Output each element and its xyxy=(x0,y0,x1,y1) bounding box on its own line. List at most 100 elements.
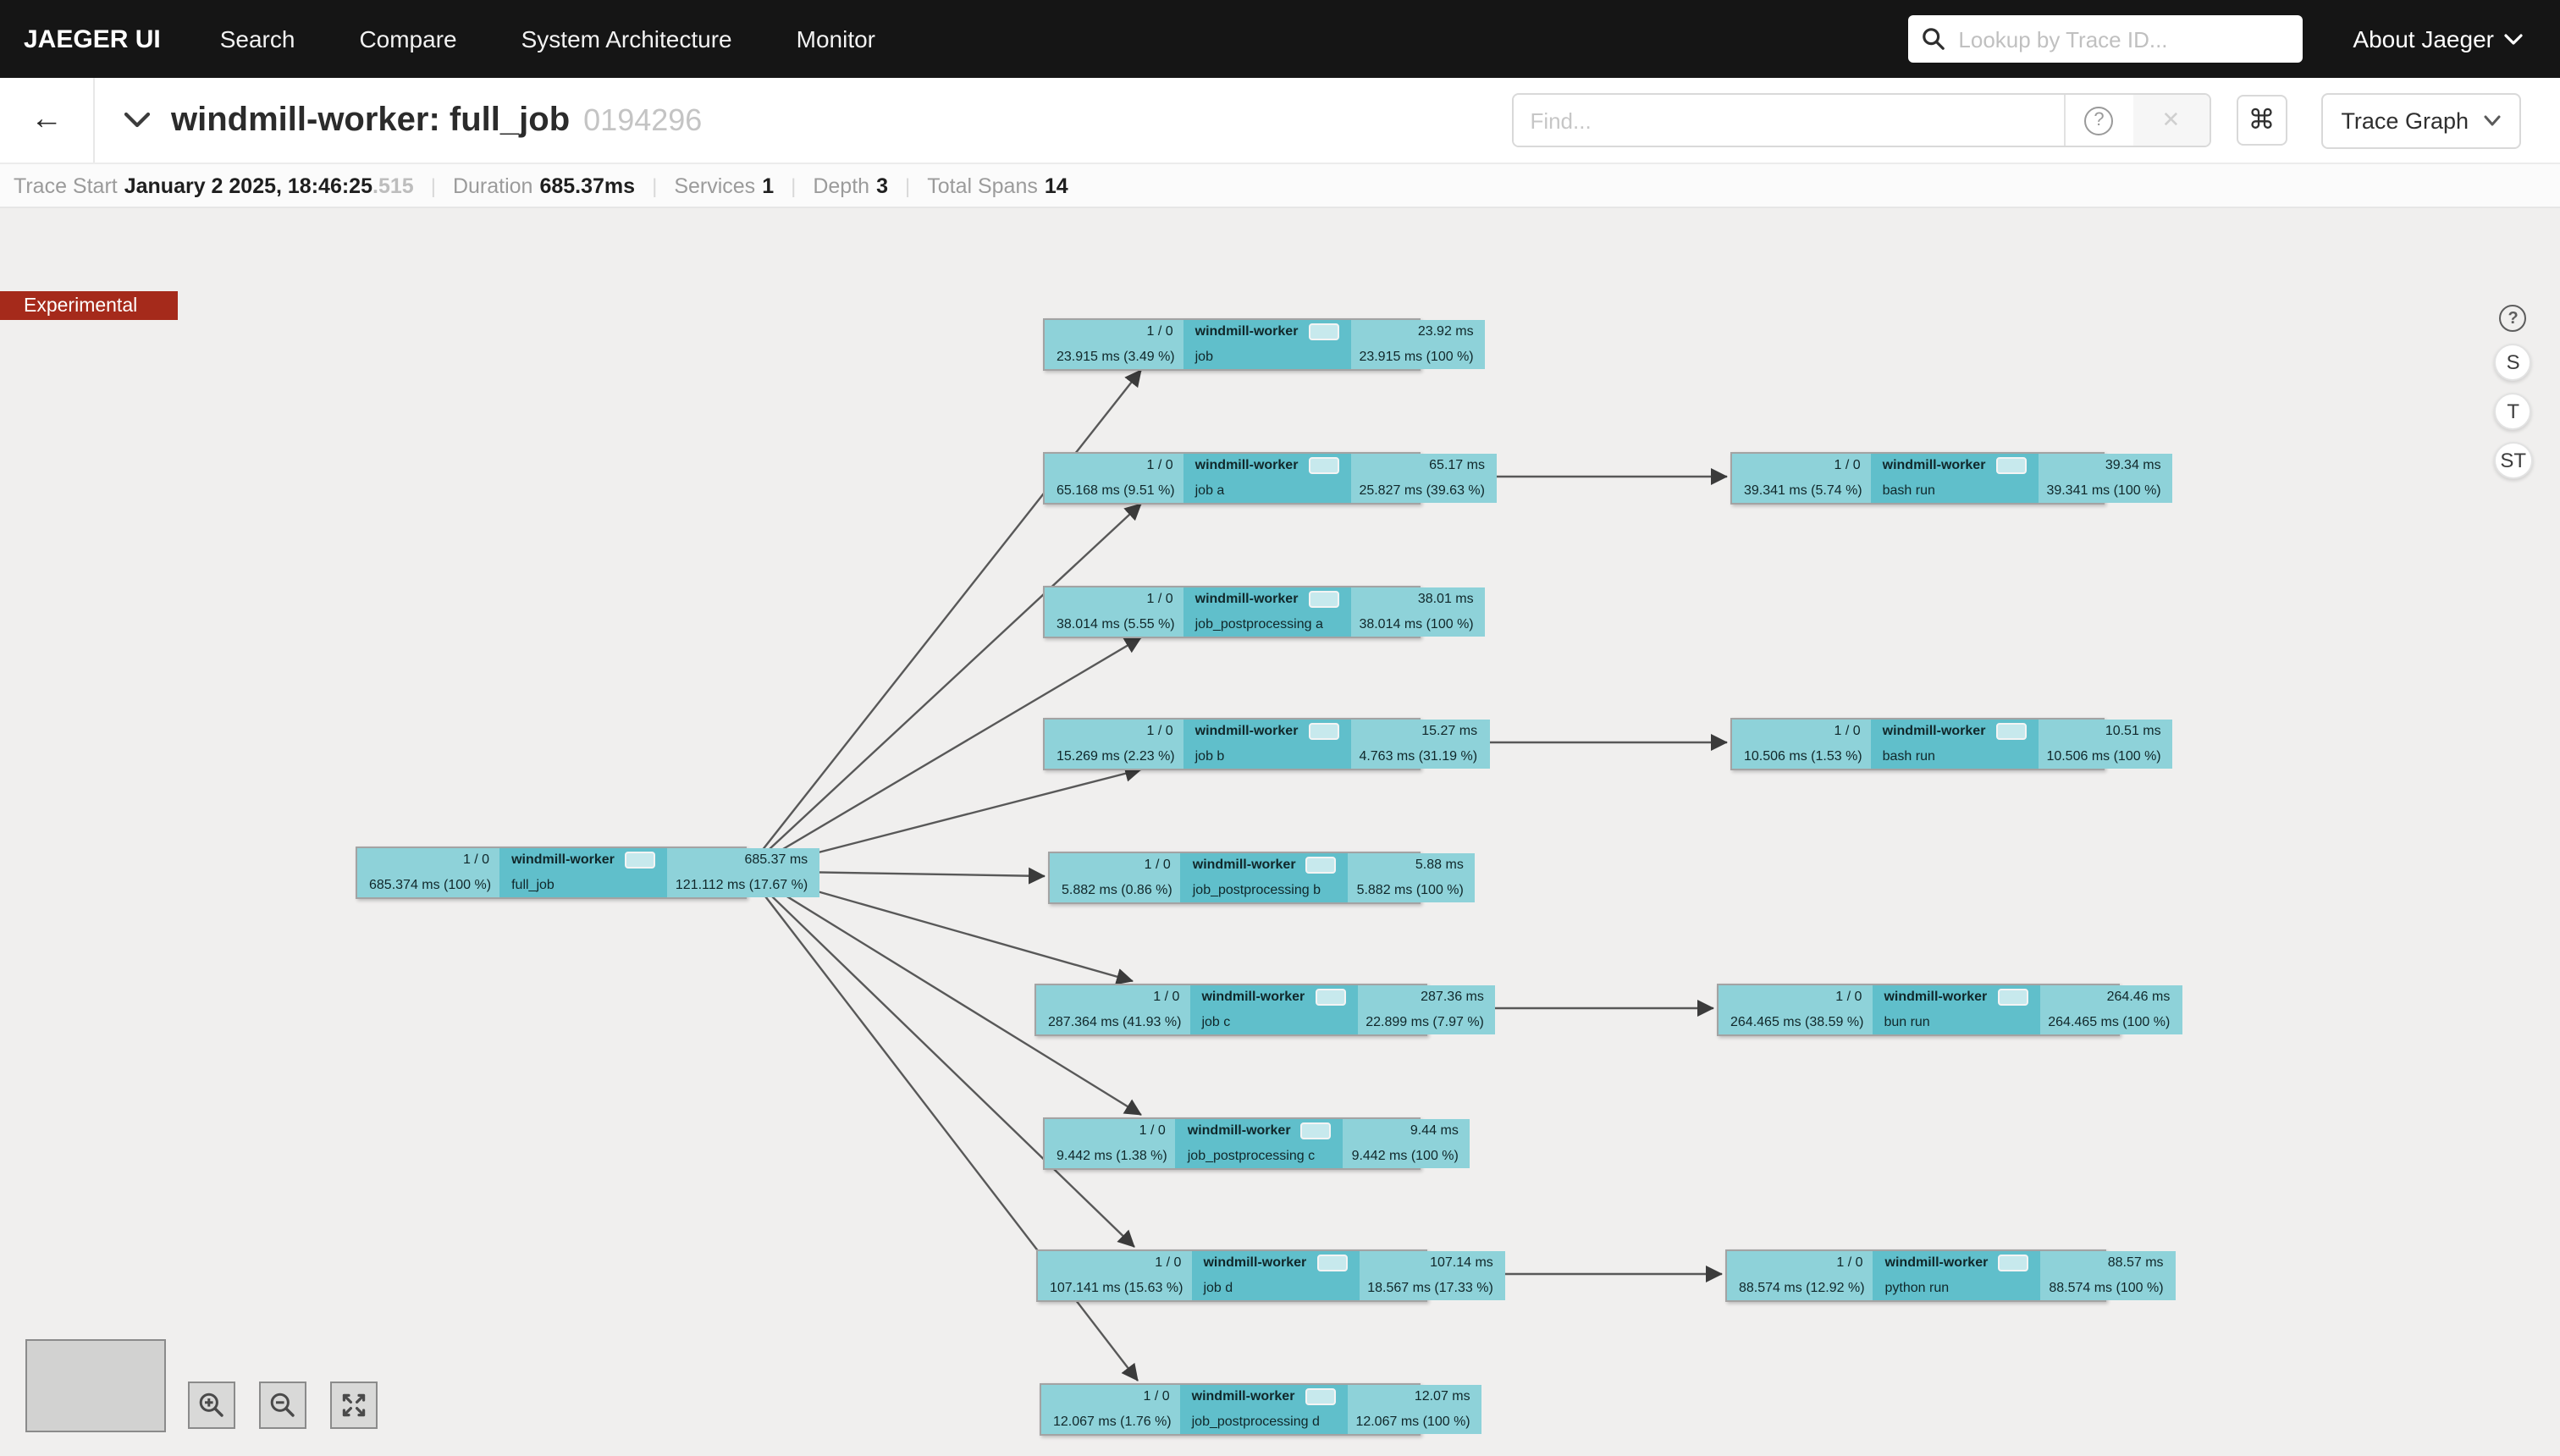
span-duration: 9.44 ms xyxy=(1343,1119,1470,1144)
nav-item-system-architecture[interactable]: System Architecture xyxy=(489,0,764,78)
operation-name: job b xyxy=(1183,744,1351,769)
edge-full_job-job_d xyxy=(746,871,1134,1247)
span-duration: 264.46 ms xyxy=(2039,985,2182,1010)
layout-button-s[interactable]: S xyxy=(2495,344,2532,381)
span-total-time: 39.341 ms (5.74 %) xyxy=(1732,478,1871,503)
back-button[interactable]: ← xyxy=(0,78,95,163)
span-total-time: 65.168 ms (9.51 %) xyxy=(1045,478,1183,503)
about-jaeger-menu[interactable]: About Jaeger xyxy=(2353,25,2523,52)
span-node-job_a[interactable]: 1 / 0 65.168 ms (9.51 %) windmill-worker… xyxy=(1043,452,1421,505)
service-color-chip xyxy=(1995,458,2026,475)
nav-item-compare[interactable]: Compare xyxy=(327,0,488,78)
span-count: 1 / 0 xyxy=(1050,853,1181,878)
service-name: windmill-worker xyxy=(1195,455,1299,478)
operation-name: job_postprocessing a xyxy=(1183,612,1351,637)
service-color-chip xyxy=(1998,1255,2028,1272)
help-icon[interactable]: ? xyxy=(2500,305,2527,332)
span-node-jp_a[interactable]: 1 / 0 38.014 ms (5.55 %) windmill-worker… xyxy=(1043,586,1421,638)
service-color-chip xyxy=(1301,1123,1332,1140)
span-count: 1 / 0 xyxy=(1036,985,1189,1010)
operation-name: bun run xyxy=(1872,1010,2039,1034)
operation-name: bash run xyxy=(1871,478,2039,503)
span-node-jp_d[interactable]: 1 / 0 12.067 ms (1.76 %) windmill-worker… xyxy=(1040,1383,1421,1436)
service-color-chip xyxy=(1995,724,2026,741)
span-node-bun_run[interactable]: 1 / 0 264.465 ms (38.59 %) windmill-work… xyxy=(1717,984,2120,1036)
service-name: windmill-worker xyxy=(1885,1252,1989,1276)
span-duration: 15.27 ms xyxy=(1350,720,1489,744)
layout-button-t[interactable]: T xyxy=(2495,393,2532,430)
span-count: 1 / 0 xyxy=(1727,1251,1873,1276)
span-self-time: 88.574 ms (100 %) xyxy=(2040,1276,2175,1300)
service-name: windmill-worker xyxy=(1201,986,1305,1010)
collapse-chevron-icon[interactable] xyxy=(124,112,151,129)
app-logo[interactable]: JAEGER UI xyxy=(24,25,161,53)
span-duration: 107.14 ms xyxy=(1359,1251,1505,1276)
summary-label: Depth xyxy=(813,174,869,197)
find-clear-button[interactable]: ✕ xyxy=(2132,95,2209,146)
span-node-job_b[interactable]: 1 / 0 15.269 ms (2.23 %) windmill-worker… xyxy=(1043,718,1421,770)
trace-header: ← windmill-worker: full_job 0194296 ? ✕ … xyxy=(0,78,2560,164)
span-node-python_run[interactable]: 1 / 0 88.574 ms (12.92 %) windmill-worke… xyxy=(1725,1249,2106,1302)
span-total-time: 23.915 ms (3.49 %) xyxy=(1045,345,1183,369)
span-total-time: 12.067 ms (1.76 %) xyxy=(1041,1409,1180,1434)
span-node-job_c[interactable]: 1 / 0 287.364 ms (41.93 %) windmill-work… xyxy=(1034,984,1427,1036)
span-node-job_d[interactable]: 1 / 0 107.141 ms (15.63 %) windmill-work… xyxy=(1036,1249,1427,1302)
span-count: 1 / 0 xyxy=(1045,720,1183,744)
summary-value-ms: .515 xyxy=(372,174,414,197)
span-duration: 10.51 ms xyxy=(2038,720,2172,744)
service-name: windmill-worker xyxy=(1195,720,1299,744)
page-title: windmill-worker: full_job xyxy=(171,101,570,140)
chevron-down-icon xyxy=(2484,114,2501,126)
span-node-bash_run_1[interactable]: 1 / 0 39.341 ms (5.74 %) windmill-worker… xyxy=(1730,452,2105,505)
nav-item-monitor[interactable]: Monitor xyxy=(764,0,908,78)
zoom-out-button[interactable] xyxy=(259,1382,306,1429)
nav-item-search[interactable]: Search xyxy=(188,0,328,78)
summary-value: January 2 2025, 18:46:25 xyxy=(124,174,372,197)
span-self-time: 121.112 ms (17.67 %) xyxy=(667,873,819,897)
find-help-button[interactable]: ? xyxy=(2063,95,2132,146)
span-total-time: 287.364 ms (41.93 %) xyxy=(1036,1010,1189,1034)
experimental-badge: Experimental xyxy=(0,291,178,320)
summary-label: Services xyxy=(674,174,755,197)
summary-value: 3 xyxy=(876,174,888,197)
zoom-in-button[interactable] xyxy=(188,1382,235,1429)
operation-name: python run xyxy=(1873,1276,2041,1300)
span-duration: 287.36 ms xyxy=(1357,985,1496,1010)
span-node-full_job[interactable]: 1 / 0 685.374 ms (100 %) windmill-worker… xyxy=(356,847,747,899)
fit-view-button[interactable] xyxy=(330,1382,378,1429)
span-self-time: 18.567 ms (17.33 %) xyxy=(1359,1276,1505,1300)
top-nav: JAEGER UI SearchCompareSystem Architectu… xyxy=(0,0,2560,78)
minimap[interactable] xyxy=(25,1339,166,1432)
span-duration: 23.92 ms xyxy=(1350,320,1485,345)
summary-value: 14 xyxy=(1045,174,1068,197)
trace-lookup-input[interactable] xyxy=(1955,25,2288,53)
layout-button-st[interactable]: ST xyxy=(2493,442,2533,479)
chevron-down-icon xyxy=(2504,33,2523,45)
span-duration: 65.17 ms xyxy=(1350,454,1497,478)
span-total-time: 38.014 ms (5.55 %) xyxy=(1045,612,1183,637)
service-name: windmill-worker xyxy=(1193,854,1296,878)
span-node-jp_b[interactable]: 1 / 0 5.882 ms (0.86 %) windmill-worker … xyxy=(1048,852,1421,904)
span-self-time: 38.014 ms (100 %) xyxy=(1350,612,1485,637)
span-total-time: 264.465 ms (38.59 %) xyxy=(1719,1010,1872,1034)
find-input[interactable] xyxy=(1513,95,2063,146)
separator: | xyxy=(652,174,657,197)
span-total-time: 10.506 ms (1.53 %) xyxy=(1732,744,1871,769)
zoom-controls xyxy=(188,1382,378,1429)
span-total-time: 15.269 ms (2.23 %) xyxy=(1045,744,1183,769)
span-count: 1 / 0 xyxy=(1732,720,1871,744)
view-type-dropdown[interactable]: Trace Graph xyxy=(2320,92,2521,148)
span-count: 1 / 0 xyxy=(1045,320,1183,345)
keyboard-shortcuts-button[interactable]: ⌘ xyxy=(2236,95,2287,146)
separator: | xyxy=(905,174,910,197)
nav-menu: SearchCompareSystem ArchitectureMonitor xyxy=(188,0,908,78)
span-node-bash_run_2[interactable]: 1 / 0 10.506 ms (1.53 %) windmill-worker… xyxy=(1730,718,2105,770)
span-duration: 12.07 ms xyxy=(1347,1385,1481,1409)
span-node-job[interactable]: 1 / 0 23.915 ms (3.49 %) windmill-worker… xyxy=(1043,318,1421,371)
operation-name: job c xyxy=(1189,1010,1357,1034)
service-color-chip xyxy=(1316,1255,1347,1272)
span-node-jp_c[interactable]: 1 / 0 9.442 ms (1.38 %) windmill-worker … xyxy=(1043,1117,1421,1170)
service-color-chip xyxy=(1306,858,1337,874)
trace-graph-canvas[interactable]: Experimental 1 / 0 685.374 ms (100 %) wi… xyxy=(0,208,2560,1456)
span-total-time: 9.442 ms (1.38 %) xyxy=(1045,1144,1176,1168)
